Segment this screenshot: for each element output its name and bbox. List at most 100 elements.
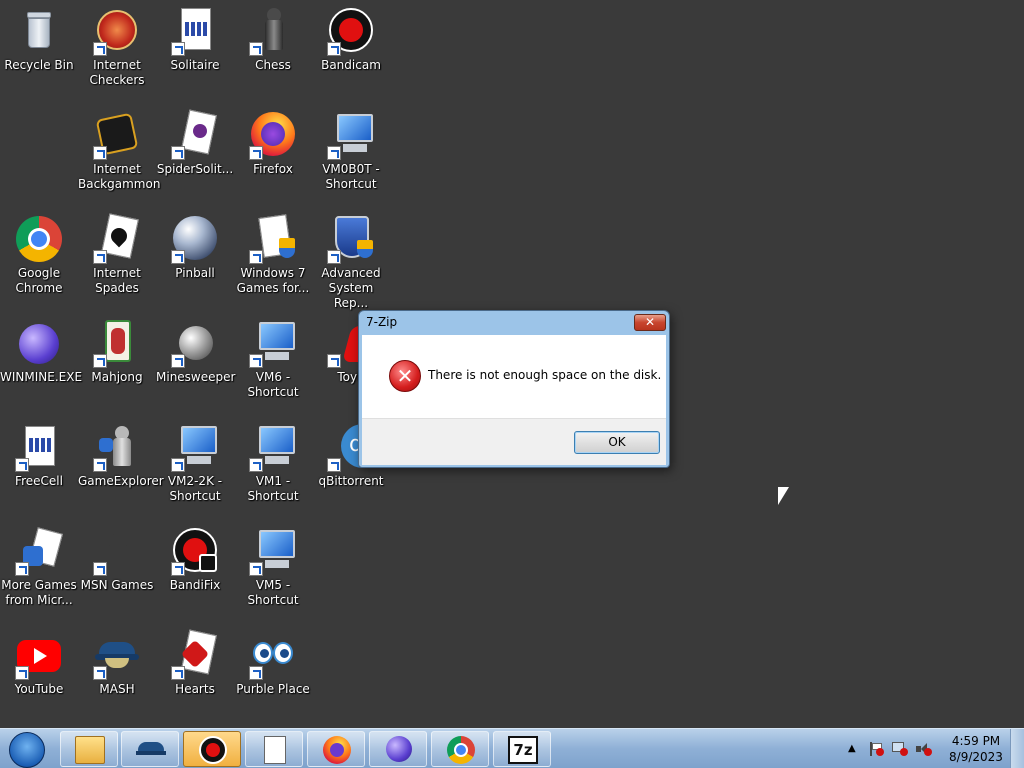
desktop-icon-windows7-games[interactable]: Windows 7 Games for...: [234, 208, 312, 308]
desktop-icon-label: Google Chrome: [15, 266, 63, 295]
show-hidden-icons-button[interactable]: ▲: [848, 743, 856, 754]
taskbar: 7z ▲ 4:59 PM 8/9/2023: [0, 728, 1024, 768]
internet-backgammon-icon: [93, 112, 141, 160]
desktop-icon-more-games[interactable]: More Games from Micr...: [0, 520, 78, 620]
shortcut-arrow-icon: [249, 354, 263, 368]
desktop-icon-winmine[interactable]: WINMINE.EXE: [0, 312, 82, 412]
taskbar-button-mash[interactable]: [121, 731, 179, 767]
desktop-icon-label: Chess: [255, 58, 291, 72]
clock-time: 4:59 PM: [951, 734, 1001, 748]
more-games-icon: [15, 527, 63, 576]
start-button[interactable]: [4, 730, 50, 768]
shortcut-arrow-icon: [249, 146, 263, 160]
taskbar-button-chrome[interactable]: [431, 731, 489, 767]
desktop-icon-minesweeper[interactable]: Minesweeper: [156, 312, 235, 412]
internet-checkers-icon: [93, 8, 141, 56]
desktop-icon-recycle-bin[interactable]: Recycle Bin: [0, 0, 78, 100]
clock[interactable]: 4:59 PM 8/9/2023: [946, 733, 1006, 765]
winmine-icon: [15, 320, 63, 368]
desktop-icon-label: Pinball: [175, 266, 215, 280]
desktop-icon-internet-backgammon[interactable]: Internet Backgammon: [78, 104, 161, 204]
desktop-icon-vm5[interactable]: VM5 - Shortcut: [234, 520, 312, 620]
dialog-titlebar[interactable]: 7-Zip ✕: [359, 311, 669, 335]
taskbar-button-firefox[interactable]: [307, 731, 365, 767]
shortcut-arrow-icon: [15, 458, 29, 472]
shortcut-arrow-icon: [171, 458, 185, 472]
desktop-icon-vm6[interactable]: VM6 - Shortcut: [234, 312, 312, 412]
desktop-icon-mash[interactable]: MASH: [78, 624, 156, 724]
desktop-icon-firefox[interactable]: Firefox: [234, 104, 312, 204]
shortcut-arrow-icon: [93, 250, 107, 264]
shortcut-arrow-icon: [249, 250, 263, 264]
close-button[interactable]: ✕: [634, 314, 666, 331]
desktop-icon-freecell[interactable]: FreeCell: [0, 416, 78, 516]
chess-icon: [249, 8, 297, 56]
shortcut-arrow-icon: [171, 146, 185, 160]
network-icon[interactable]: [892, 742, 908, 756]
computer-shortcut-icon: [249, 320, 297, 368]
desktop-icon-label: Internet Backgammon: [78, 162, 161, 191]
minesweeper-icon: [171, 320, 219, 368]
desktop-icon-advanced-system-repair[interactable]: Advanced System Rep...: [312, 208, 390, 310]
desktop-icon-internet-checkers[interactable]: Internet Checkers: [78, 0, 156, 100]
dialog-title: 7-Zip: [366, 315, 398, 329]
error-icon: ✕: [389, 360, 421, 392]
desktop-icon-vm0b0t[interactable]: VM0B0T - Shortcut: [312, 104, 390, 204]
desktop-icon-label: VM6 - Shortcut: [247, 370, 299, 399]
desktop-icon-label: MSN Games: [80, 578, 154, 592]
computer-shortcut-icon: [327, 112, 375, 160]
desktop-icon-label: YouTube: [14, 682, 64, 696]
youtube-icon: [15, 632, 63, 680]
desktop-icon-pinball[interactable]: Pinball: [156, 208, 234, 308]
mash-icon: [136, 736, 166, 764]
desktop-icon-google-chrome[interactable]: Google Chrome: [0, 208, 78, 308]
taskbar-button-bandicam[interactable]: [183, 731, 241, 767]
show-desktop-button[interactable]: [1010, 729, 1024, 768]
taskbar-button-winmine[interactable]: [369, 731, 427, 767]
desktop-icon-bandicam[interactable]: Bandicam: [312, 0, 390, 100]
error-dialog: 7-Zip ✕ ✕ There is not enough space on t…: [358, 310, 670, 468]
shortcut-arrow-icon: [93, 42, 107, 56]
desktop-icon-mahjong[interactable]: Mahjong: [78, 312, 156, 412]
desktop-icon-youtube[interactable]: YouTube: [0, 624, 78, 724]
windows7-games-icon: [249, 214, 297, 264]
shortcut-arrow-icon: [327, 354, 341, 368]
taskbar-button-7zip[interactable]: 7z: [493, 731, 551, 767]
action-center-flag-icon[interactable]: [868, 742, 884, 756]
desktop-icon-solitaire[interactable]: Solitaire: [156, 0, 234, 100]
shortcut-arrow-icon: [93, 666, 107, 680]
volume-muted-icon[interactable]: [916, 742, 932, 756]
desktop-icon-internet-spades[interactable]: Internet Spades: [78, 208, 156, 308]
ok-button[interactable]: OK: [574, 431, 660, 454]
dialog-body: ✕ There is not enough space on the disk.: [362, 335, 666, 418]
desktop-icon-bandifix[interactable]: BandiFix: [156, 520, 234, 620]
shortcut-arrow-icon: [93, 458, 107, 472]
desktop-icon-label: Mahjong: [91, 370, 143, 384]
taskbar-button-explorer[interactable]: [60, 731, 118, 767]
desktop-icon-label: VM1 - Shortcut: [247, 474, 299, 503]
taskbar-button-notepad[interactable]: [245, 731, 303, 767]
desktop-icon-game-explorer[interactable]: GameExplorer: [78, 416, 164, 516]
winmine-icon: [384, 736, 414, 764]
bandifix-icon: [171, 528, 219, 576]
shortcut-arrow-icon: [171, 42, 185, 56]
desktop-icon-chess[interactable]: Chess: [234, 0, 312, 100]
shortcut-arrow-icon: [327, 42, 341, 56]
explorer-icon: [75, 736, 105, 764]
desktop-icon-msn-games[interactable]: MSN Games: [78, 520, 156, 620]
desktop-icon-spider-solitaire[interactable]: SpiderSolit...: [156, 104, 234, 204]
desktop-icon-vm2-2k[interactable]: VM2-2K - Shortcut: [156, 416, 234, 516]
desktop-icon-label: Internet Checkers: [89, 58, 145, 87]
chrome-icon: [446, 736, 476, 764]
desktop-icon-label: Hearts: [175, 682, 215, 696]
dialog-footer: OK: [362, 418, 666, 465]
7zip-icon: 7z: [508, 736, 538, 764]
firefox-icon: [249, 112, 297, 160]
desktop-icon-purble-place[interactable]: Purble Place: [234, 624, 312, 724]
notepad-icon: [264, 736, 286, 764]
desktop-icon-vm1[interactable]: VM1 - Shortcut: [234, 416, 312, 516]
shortcut-arrow-icon: [171, 250, 185, 264]
desktop-icon-hearts[interactable]: Hearts: [156, 624, 234, 724]
shortcut-arrow-icon: [15, 666, 29, 680]
error-message: There is not enough space on the disk.: [428, 368, 662, 382]
